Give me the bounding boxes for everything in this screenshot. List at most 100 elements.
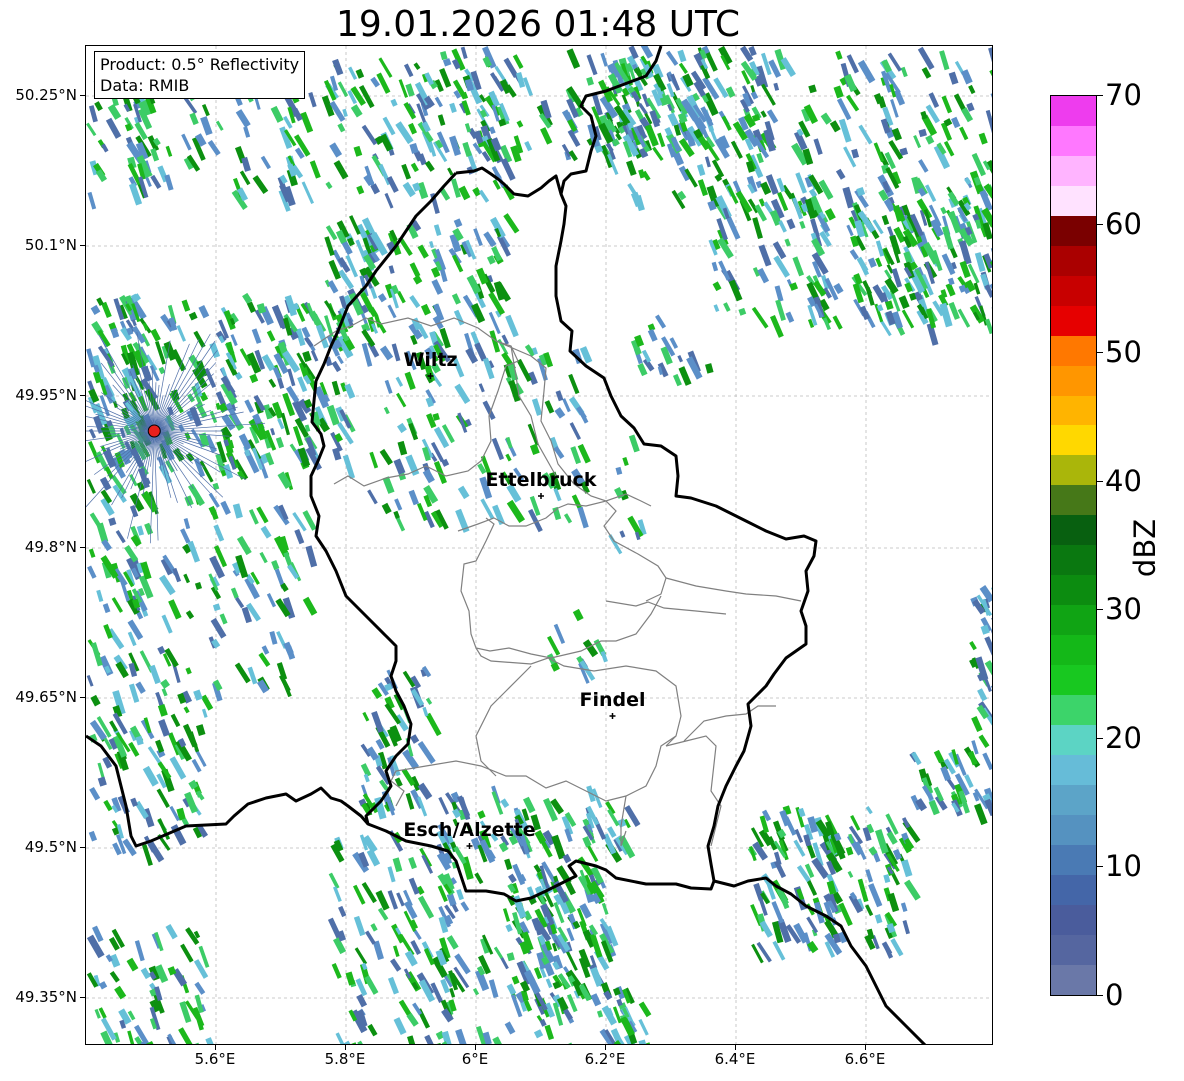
echo-cell <box>959 126 969 141</box>
lat-tick-label: 50.25°N <box>15 86 77 104</box>
lon-tick-label: 6.6°E <box>844 1050 886 1068</box>
echo-cell <box>234 662 251 684</box>
echo-cell <box>301 181 314 205</box>
echo-cell <box>939 50 950 71</box>
echo-cell <box>259 551 268 564</box>
echo-cell <box>215 120 224 131</box>
echo-cell <box>813 138 823 155</box>
echo-cell <box>978 132 988 145</box>
echo-cell <box>940 206 947 215</box>
echo-cell <box>271 560 280 571</box>
echo-cell <box>697 179 709 197</box>
echo-cell <box>502 908 511 922</box>
echo-cell <box>86 122 97 137</box>
echo-cell <box>353 915 366 937</box>
echo-cell <box>600 52 608 67</box>
echo-cell <box>396 290 406 304</box>
echo-cell <box>350 104 363 118</box>
echo-cell <box>208 492 220 508</box>
echo-cell <box>356 185 365 195</box>
echo-cell <box>918 159 929 173</box>
echo-cell <box>392 857 403 873</box>
echo-cell <box>270 105 284 123</box>
echo-cell <box>647 328 658 342</box>
echo-cell <box>565 949 578 971</box>
radar-map[interactable]: Wiltz Ettelbruck Findel Esch/Alzette <box>85 45 993 1045</box>
echo-cell <box>577 506 589 529</box>
echo-cell <box>941 225 954 250</box>
echo-cell <box>412 275 423 285</box>
echo-cell <box>460 46 468 59</box>
echo-cell <box>857 59 876 84</box>
echo-cell <box>925 134 935 145</box>
echo-cell <box>638 169 646 179</box>
echo-cell <box>256 506 269 524</box>
colorbar-segment <box>1051 575 1096 606</box>
echo-cell <box>308 92 317 108</box>
echo-cell <box>506 952 515 962</box>
echo-cell <box>918 128 927 138</box>
echo-cell <box>234 596 245 609</box>
product-info-box: Product: 0.5° Reflectivity Data: RMIB <box>94 51 306 99</box>
echo-cell <box>413 62 421 71</box>
echo-cell <box>492 504 505 526</box>
echo-cell <box>232 503 243 519</box>
echo-cell <box>144 522 154 535</box>
echo-cell <box>98 655 114 676</box>
echo-cell <box>111 597 124 613</box>
echo-cell <box>183 518 191 530</box>
echo-cell <box>568 373 580 395</box>
echo-cell <box>361 124 378 146</box>
echo-cell <box>577 856 595 878</box>
echo-cell <box>881 214 890 226</box>
echo-cell <box>960 69 973 85</box>
echo-cell <box>547 635 561 656</box>
echo-cell <box>483 231 497 248</box>
echo-cell <box>102 603 111 614</box>
echo-cell <box>332 886 342 903</box>
echo-cell <box>478 189 490 203</box>
echo-cell <box>353 884 366 905</box>
echo-cell <box>417 895 435 919</box>
echo-cell <box>655 314 667 329</box>
echo-cell <box>408 856 417 870</box>
echo-cell <box>473 228 483 247</box>
echo-cell <box>563 513 573 524</box>
echo-cell <box>348 66 358 80</box>
echo-cell <box>408 422 419 441</box>
echo-cell <box>303 336 314 348</box>
echo-cell <box>396 892 405 907</box>
echo-cell <box>425 712 442 737</box>
echo-cell <box>185 667 192 675</box>
lon-tick-label: 6.2°E <box>584 1050 626 1068</box>
echo-cell <box>500 798 510 808</box>
echo-cell <box>671 189 686 210</box>
echo-cell <box>388 265 395 274</box>
echo-cell <box>87 191 97 210</box>
echo-cell <box>172 567 182 583</box>
echo-cell <box>270 427 276 436</box>
echo-cell <box>384 379 393 394</box>
echo-cell <box>941 95 953 114</box>
echo-cell <box>438 796 450 815</box>
echo-cell <box>453 309 465 326</box>
echo-cell <box>192 1042 203 1044</box>
echo-cell <box>600 650 608 663</box>
echo-cell <box>387 304 397 319</box>
echo-cell <box>930 218 944 238</box>
lat-tick-label: 49.5°N <box>24 838 77 856</box>
echo-cell <box>704 156 711 168</box>
colorbar-segment <box>1051 245 1096 276</box>
echo-cell <box>711 261 719 272</box>
echo-cell <box>865 286 875 306</box>
colorbar-segment <box>1051 934 1096 965</box>
echo-cell <box>464 123 472 133</box>
echo-cell <box>447 167 454 176</box>
echo-cell <box>235 109 251 128</box>
echo-cell <box>115 661 129 679</box>
echo-cell <box>771 901 785 924</box>
echo-cell <box>149 664 161 685</box>
echo-cell <box>505 314 519 338</box>
echo-cell <box>833 85 844 99</box>
echo-cell <box>369 451 379 469</box>
